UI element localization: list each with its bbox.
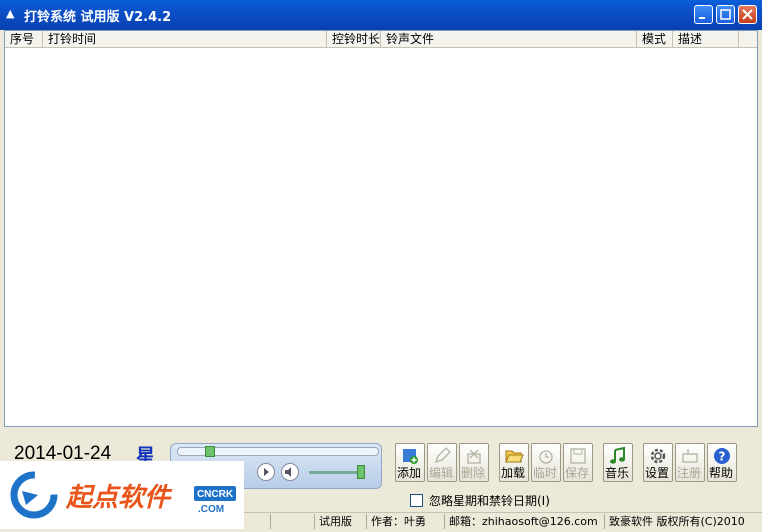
- delete-label: 删除: [460, 466, 485, 480]
- schedule-list[interactable]: 序号 打铃时间 控铃时长 铃声文件 模式 描述: [4, 30, 758, 427]
- load-button[interactable]: 加载: [499, 443, 529, 482]
- maximize-button[interactable]: [716, 5, 735, 24]
- col-duration[interactable]: 控铃时长: [327, 31, 381, 47]
- play-button[interactable]: [257, 463, 275, 481]
- watermark-graphic: 起点软件 CNCRK .COM: [10, 471, 236, 519]
- seek-thumb[interactable]: [205, 446, 215, 457]
- app-icon[interactable]: ▲: [6, 7, 18, 21]
- save-button[interactable]: 保存: [563, 443, 593, 482]
- status-copyright: 致豪软件 版权所有(C)2010: [604, 514, 762, 529]
- add-button[interactable]: 添加: [395, 443, 425, 482]
- temporary-icon: [539, 450, 553, 464]
- watermark-badge-sub: .COM: [198, 504, 224, 515]
- register-icon: [682, 449, 698, 463]
- status-empty: [270, 514, 314, 529]
- save-label: 保存: [564, 466, 589, 480]
- gear-icon: [650, 448, 666, 464]
- load-label: 加载: [500, 466, 525, 480]
- status-author: 作者：叶勇: [366, 514, 444, 529]
- status-email: 邮箱：zhihaosoft@126.com: [444, 514, 604, 529]
- add-label: 添加: [396, 466, 421, 480]
- watermark-badge: CNCRK: [197, 489, 234, 500]
- settings-label: 设置: [644, 466, 669, 480]
- register-label: 注册: [676, 466, 701, 480]
- register-button[interactable]: 注册: [675, 443, 705, 482]
- ignore-week-holiday-label: 忽略星期和禁铃日期(I): [429, 494, 550, 508]
- watermark-brand: 起点软件: [65, 483, 173, 513]
- edit-label: 编辑: [428, 466, 453, 480]
- temp-button[interactable]: 临时: [531, 443, 561, 482]
- help-button[interactable]: ? 帮助: [707, 443, 737, 482]
- volume-button[interactable]: [281, 463, 299, 481]
- music-button[interactable]: 音乐: [603, 443, 633, 482]
- svg-text:?: ?: [719, 450, 726, 464]
- edit-button[interactable]: 编辑: [427, 443, 457, 482]
- title-bar: ▲ 打铃系统 试用版 V2.4.2: [0, 0, 762, 30]
- ignore-week-holiday-checkbox[interactable]: [410, 494, 423, 507]
- edit-icon: [434, 447, 451, 464]
- temp-label: 临时: [532, 466, 557, 480]
- col-ring-time[interactable]: 打铃时间: [43, 31, 327, 47]
- minimize-icon: [699, 17, 705, 19]
- close-icon: [742, 9, 753, 20]
- ignore-week-holiday-option[interactable]: 忽略星期和禁铃日期(I): [410, 492, 550, 509]
- maximize-icon: [720, 9, 731, 20]
- watermark-logo: 起点软件 CNCRK .COM: [0, 461, 244, 529]
- col-mode[interactable]: 模式: [637, 31, 673, 47]
- status-edition: 试用版: [314, 514, 366, 529]
- speaker-icon: [285, 467, 291, 477]
- window-title: 打铃系统 试用版 V2.4.2: [24, 10, 172, 25]
- help-icon: ?: [714, 448, 730, 464]
- volume-thumb[interactable]: [357, 465, 365, 479]
- settings-button[interactable]: 设置: [643, 443, 673, 482]
- add-icon: [403, 449, 418, 464]
- list-header: 序号 打铃时间 控铃时长 铃声文件 模式 描述: [5, 31, 757, 48]
- help-label: 帮助: [708, 466, 733, 480]
- col-sound-file[interactable]: 铃声文件: [381, 31, 637, 47]
- delete-button[interactable]: 删除: [459, 443, 489, 482]
- delete-icon: [467, 449, 481, 464]
- save-icon: [570, 448, 586, 464]
- close-button[interactable]: [738, 5, 757, 24]
- minimize-button[interactable]: [694, 5, 713, 24]
- folder-open-icon: [505, 450, 524, 463]
- play-icon: [264, 468, 269, 476]
- col-description[interactable]: 描述: [673, 31, 739, 47]
- music-note-icon: [610, 446, 625, 464]
- col-index[interactable]: 序号: [5, 31, 43, 47]
- music-label: 音乐: [604, 466, 629, 480]
